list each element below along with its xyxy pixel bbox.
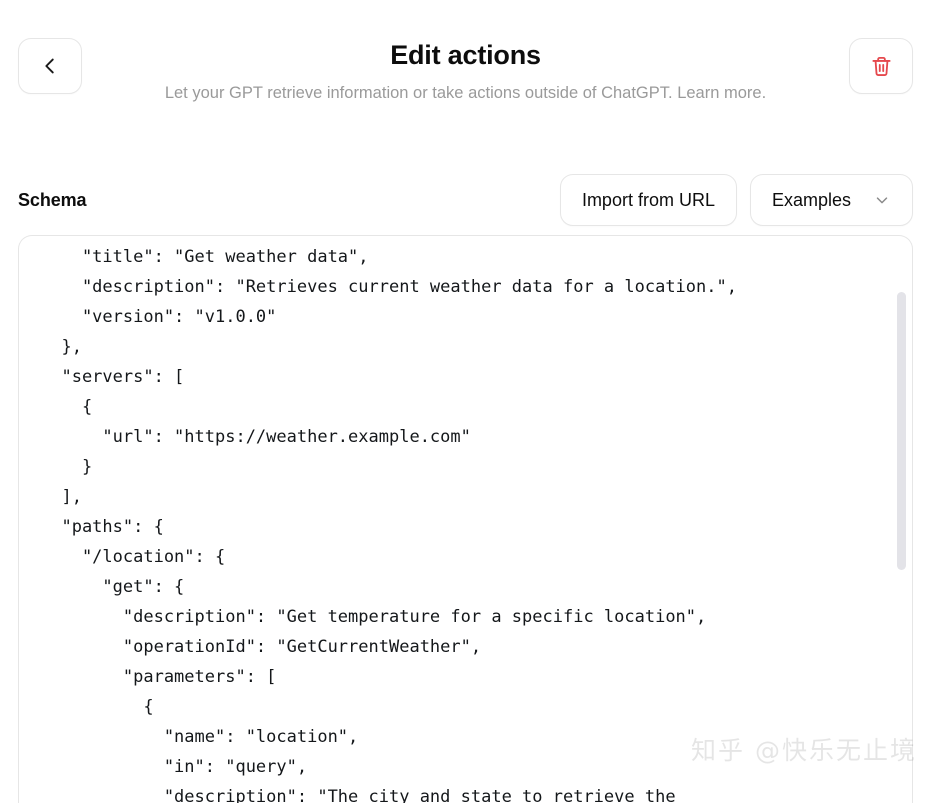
- page-header: Edit actions Let your GPT retrieve infor…: [0, 0, 931, 150]
- schema-toolbar: Schema Import from URL Examples: [0, 172, 931, 228]
- import-from-url-button[interactable]: Import from URL: [559, 174, 737, 226]
- edit-actions-page: Edit actions Let your GPT retrieve infor…: [0, 0, 931, 803]
- schema-editor-content[interactable]: "title": "Get weather data", "descriptio…: [19, 242, 912, 803]
- import-from-url-label: Import from URL: [581, 189, 715, 210]
- chevron-down-icon: [873, 191, 891, 209]
- examples-label: Examples: [771, 189, 851, 210]
- back-button[interactable]: [18, 38, 82, 94]
- schema-label: Schema: [18, 189, 87, 210]
- page-subtitle-text: Let your GPT retrieve information or tak…: [164, 84, 673, 102]
- page-subtitle: Let your GPT retrieve information or tak…: [111, 80, 821, 107]
- schema-editor-scroll-area[interactable]: "title": "Get weather data", "descriptio…: [19, 236, 912, 803]
- scrollbar-thumb[interactable]: [897, 292, 906, 570]
- examples-dropdown-button[interactable]: Examples: [749, 174, 913, 226]
- chevron-left-icon: [39, 55, 61, 77]
- delete-action-button[interactable]: [849, 38, 913, 94]
- trash-icon: [870, 55, 893, 78]
- schema-editor-scrollbar[interactable]: [897, 236, 906, 803]
- schema-editor[interactable]: "title": "Get weather data", "descriptio…: [18, 235, 913, 803]
- schema-action-group: Import from URL Examples: [559, 174, 913, 226]
- learn-more-link[interactable]: Learn more.: [677, 84, 766, 102]
- page-title: Edit actions: [390, 40, 541, 70]
